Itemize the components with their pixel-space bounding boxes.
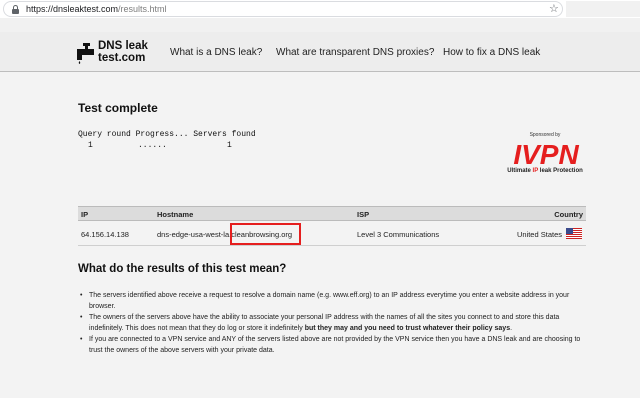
nav-what-is-dns-leak[interactable]: What is a DNS leak? xyxy=(170,47,262,59)
faucet-icon xyxy=(77,43,94,64)
item-2-bold: but they may and you need to trust whate… xyxy=(304,325,511,332)
col-country: Country xyxy=(554,210,583,219)
item-3-text: If you are connected to a VPN service an… xyxy=(89,336,581,354)
progress-servers: 1 xyxy=(227,141,232,150)
sponsor-label: Sponsored by xyxy=(529,132,561,138)
logo-line-1: DNS leak xyxy=(98,40,148,52)
ivpn-logo: IVPN xyxy=(513,140,579,166)
table-row: 64.156.14.138 dns-edge-usa-west-la.clean… xyxy=(78,221,586,246)
ivpn-brand-text: IVPN xyxy=(513,140,579,166)
progress-round: 1 xyxy=(88,141,93,150)
extensions-area xyxy=(566,1,640,17)
site-logo[interactable]: DNS leak test.com xyxy=(76,40,148,66)
cell-country: United States xyxy=(516,230,562,239)
item-1-text: The servers identified above receive a r… xyxy=(89,292,570,310)
results-meaning-title: What do the results of this test mean? xyxy=(78,263,287,275)
progress-header: Query round Progress... Servers found xyxy=(78,130,256,139)
explanation-list: The servers identified above receive a r… xyxy=(80,290,586,356)
nav-transparent-dns-proxies[interactable]: What are transparent DNS proxies? xyxy=(276,47,434,59)
us-flag-icon xyxy=(566,228,582,239)
logo-line-2: test.com xyxy=(98,52,146,64)
bookmarks-bar xyxy=(0,18,640,32)
table-header: IP Hostname ISP Country xyxy=(78,206,586,221)
col-isp: ISP xyxy=(357,210,370,219)
tagline-pre: Ultimate xyxy=(507,168,533,174)
nav-how-to-fix[interactable]: How to fix a DNS leak xyxy=(443,47,540,59)
page-title: Test complete xyxy=(78,101,158,115)
cell-ip: 64.156.14.138 xyxy=(81,230,129,239)
hostname-highlight-box xyxy=(230,223,301,245)
logo-text: DNS leak test.com xyxy=(98,40,148,64)
cell-isp: Level 3 Communications xyxy=(357,230,440,239)
url-domain: https://dnsleaktest.com xyxy=(26,4,119,14)
bookmark-star-icon[interactable]: ☆ xyxy=(549,3,559,16)
results-table: IP Hostname ISP Country 64.156.14.138 dn… xyxy=(78,206,586,246)
item-2-end: . xyxy=(510,325,513,332)
lock-icon xyxy=(12,5,19,14)
sponsor-ad[interactable]: Sponsored by IVPN Ultimate IP leak Prote… xyxy=(504,132,586,176)
progress-dots: ...... xyxy=(138,141,167,150)
col-ip: IP xyxy=(81,210,89,219)
browser-chrome: https://dnsleaktest.com/results.html ☆ xyxy=(0,0,640,32)
url-path: /results.html xyxy=(118,4,167,14)
col-hostname: Hostname xyxy=(157,210,194,219)
site-header: DNS leak test.com What is a DNS leak? Wh… xyxy=(0,32,640,72)
sponsor-tagline: Ultimate IP leak Protection xyxy=(504,167,586,175)
address-bar[interactable]: https://dnsleaktest.com/results.html ☆ xyxy=(3,1,563,17)
list-item: The servers identified above receive a r… xyxy=(80,290,586,312)
url-text[interactable]: https://dnsleaktest.com/results.html xyxy=(26,3,167,16)
tagline-post: leak Protection xyxy=(538,168,583,174)
list-item: If you are connected to a VPN service an… xyxy=(80,334,586,356)
hostname-prefix: dns-edge-usa-west-la. xyxy=(157,230,232,239)
list-item: The owners of the servers above have the… xyxy=(80,312,586,334)
